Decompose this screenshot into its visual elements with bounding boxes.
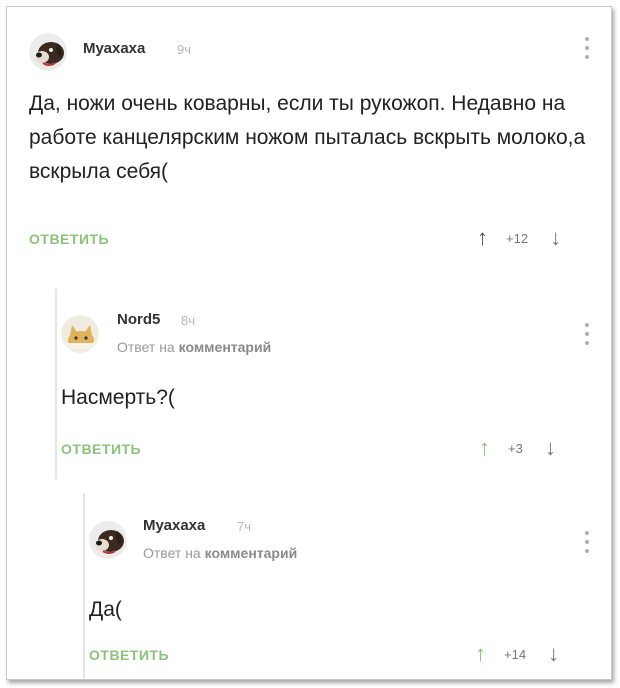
vote-controls: ↑ +3 ↓ <box>479 437 556 459</box>
reply-to-prefix: Ответ на <box>143 545 205 561</box>
upvote-icon[interactable]: ↑ <box>475 643 486 665</box>
comment-author[interactable]: Nord5 <box>117 311 160 328</box>
comment-3: Муахаха 7ч Ответ на комментарий Да( ОТВЕ… <box>83 493 611 679</box>
comment-text: Насмерть?( <box>61 386 175 409</box>
downvote-icon[interactable]: ↓ <box>550 227 561 249</box>
comment-2: Nord5 8ч Ответ на комментарий Насмерть?(… <box>55 289 611 479</box>
reply-to-link[interactable]: Ответ на комментарий <box>117 339 271 355</box>
reply-to-prefix: Ответ на <box>117 339 179 355</box>
more-vertical-icon[interactable] <box>584 531 590 553</box>
comment-time: 9ч <box>177 42 192 57</box>
reply-to-target[interactable]: комментарий <box>205 545 298 561</box>
downvote-icon[interactable]: ↓ <box>548 643 559 665</box>
comment-rating: +3 <box>508 440 523 456</box>
comments-thread: Муахаха 9ч Да, ножи очень коварны, если … <box>6 6 612 680</box>
more-vertical-icon[interactable] <box>584 37 590 59</box>
reply-to-target[interactable]: комментарий <box>179 339 272 355</box>
dog-avatar-icon[interactable] <box>29 33 67 71</box>
comment-text: Да, ножи очень коварны, если ты рукожоп.… <box>29 92 586 183</box>
comment-rating: +12 <box>506 230 529 246</box>
comment-author[interactable]: Муахаха <box>143 517 205 534</box>
vote-controls: ↑ +12 ↓ <box>477 227 561 249</box>
upvote-icon[interactable]: ↑ <box>479 437 490 459</box>
vote-controls: ↑ +14 ↓ <box>475 643 559 665</box>
reply-button[interactable]: ОТВЕТИТЬ <box>61 441 141 457</box>
more-vertical-icon[interactable] <box>584 323 590 345</box>
comment-1: Муахаха 9ч Да, ножи очень коварны, если … <box>7 7 611 269</box>
upvote-icon[interactable]: ↑ <box>477 227 488 249</box>
comment-time: 7ч <box>237 519 252 534</box>
comment-rating: +14 <box>504 646 527 662</box>
reply-button[interactable]: ОТВЕТИТЬ <box>29 231 109 247</box>
comment-text: Да( <box>89 598 122 621</box>
comment-author[interactable]: Муахаха <box>83 40 145 57</box>
comment-time: 8ч <box>181 313 196 328</box>
reply-button[interactable]: ОТВЕТИТЬ <box>89 647 169 663</box>
downvote-icon[interactable]: ↓ <box>545 437 556 459</box>
dog-avatar-icon[interactable] <box>89 521 127 559</box>
cat-avatar-icon[interactable] <box>61 315 99 353</box>
reply-to-link[interactable]: Ответ на комментарий <box>143 545 297 561</box>
